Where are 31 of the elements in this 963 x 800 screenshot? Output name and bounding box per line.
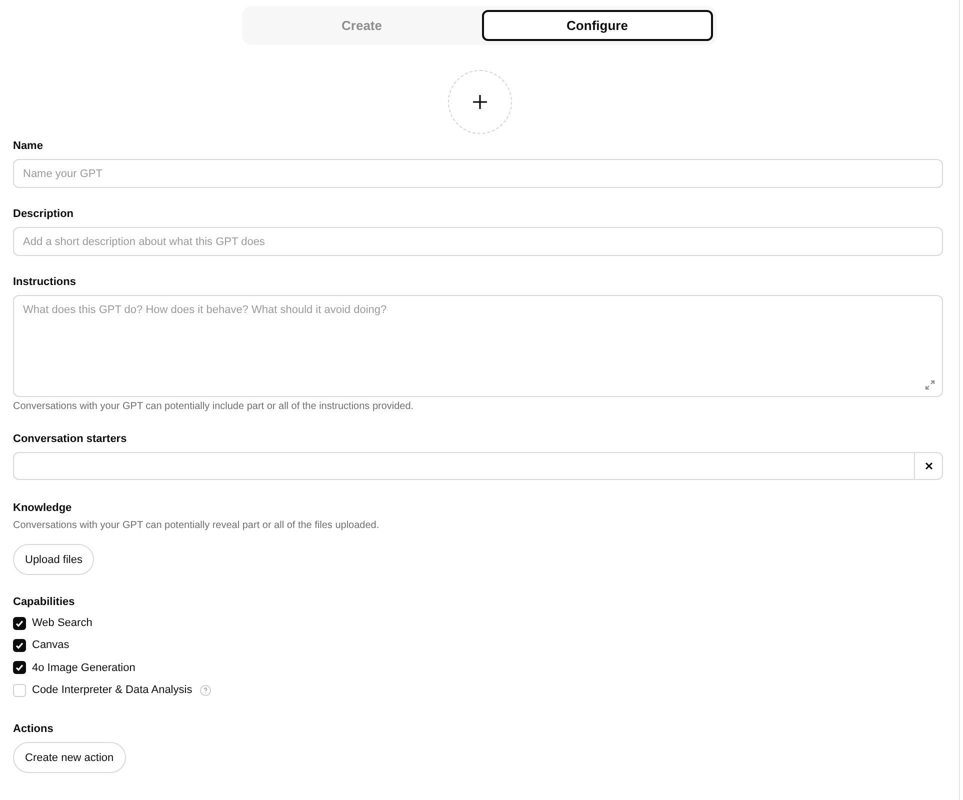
field-label: Conversation starters <box>13 433 128 446</box>
field-label: Instructions <box>13 276 77 289</box>
expand-icon[interactable] <box>925 380 935 390</box>
checkbox-label: Web Search <box>32 617 92 630</box>
check-icon <box>15 663 24 672</box>
starter-field[interactable] <box>13 452 915 480</box>
plus-icon <box>472 94 488 110</box>
create-action-button[interactable]: Create new action <box>13 742 126 774</box>
checkbox[interactable] <box>13 638 26 652</box>
checkbox-label: Canvas <box>32 639 70 652</box>
close-icon <box>924 462 932 470</box>
checkbox-label: Code Interpreter & Data Analysis <box>32 684 192 696</box>
remove-button[interactable] <box>914 452 943 480</box>
text-field[interactable]: Add a short description about what this GPT does <box>13 227 943 256</box>
checkbox[interactable] <box>13 661 26 674</box>
hint-text: Conversations with your GPT can potentially reveal part or all of the files uploaded. <box>13 519 380 532</box>
instructions-field[interactable]: What does this GPT do? How does it behave? What should it avoid doing? <box>13 295 943 397</box>
section-label: Knowledge <box>13 502 73 515</box>
tab[interactable]: Configure <box>482 10 713 41</box>
checkbox-label: 4o Image Generation <box>32 662 136 674</box>
upload-button[interactable]: Upload files <box>13 544 94 575</box>
field-label: Name <box>13 140 44 153</box>
help-icon[interactable] <box>200 684 212 696</box>
field-label: Description <box>13 208 75 221</box>
section-label: Actions <box>13 723 54 736</box>
hint-text: Conversations with your GPT can potentially include part or all of the instructions provided. <box>13 400 415 413</box>
text-field[interactable]: Name your GPT <box>13 159 943 188</box>
section-label: Capabilities <box>13 596 76 609</box>
check-icon <box>15 618 24 628</box>
check-icon <box>15 640 24 650</box>
checkbox[interactable] <box>13 616 26 630</box>
